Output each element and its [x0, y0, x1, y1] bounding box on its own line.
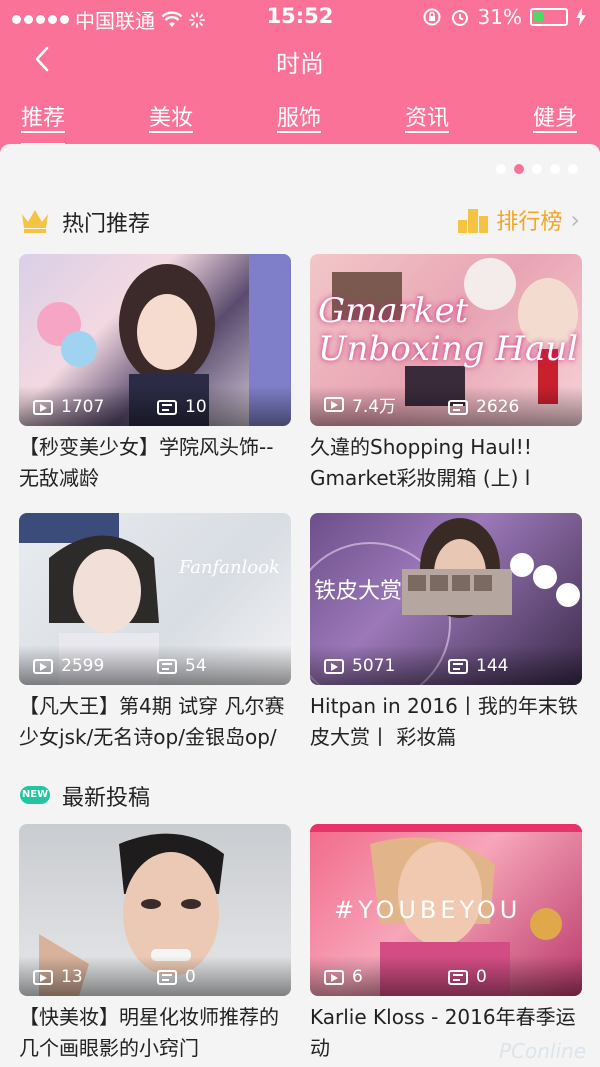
danmaku-count-value: 10: [185, 397, 207, 417]
danmaku-count: 0: [157, 967, 196, 987]
video-stats: 7.4万 2626: [310, 386, 582, 426]
play-count-value: 7.4万: [352, 397, 397, 417]
video-stats: 1707 10: [19, 386, 291, 426]
latest-section-title: 最新投稿: [62, 786, 151, 811]
charging-icon: [576, 8, 586, 26]
pager-dot[interactable]: [532, 164, 542, 174]
danmaku-count-value: 144: [476, 656, 509, 676]
alarm-icon: [451, 10, 468, 26]
crown-icon: [22, 210, 48, 233]
danmaku-icon: [448, 969, 468, 985]
danmaku-icon: [157, 969, 177, 985]
site-watermark: PConline: [498, 1039, 586, 1063]
ranking-link[interactable]: 排行榜 ›: [458, 204, 580, 236]
video-stats: 13 0: [19, 956, 291, 996]
video-title: Hitpan in 2016丨我的年末铁皮大赏丨 彩妆篇: [310, 694, 578, 749]
video-thumbnail: 1707 10: [19, 254, 291, 426]
content-area: 热门推荐 排行榜 › 1707 10 【秒变美少女】学院风头饰--无敌减龄 Gm…: [0, 144, 600, 1067]
ranking-label: 排行榜: [496, 210, 563, 235]
danmaku-count-value: 0: [185, 967, 196, 987]
tab-news[interactable]: 资讯: [405, 100, 449, 132]
danmaku-icon: [157, 399, 177, 415]
pager-dot-active[interactable]: [514, 164, 524, 174]
play-count-value: 13: [61, 967, 83, 987]
play-icon: [324, 397, 344, 412]
play-icon: [33, 969, 53, 985]
video-stats: 2599 54: [19, 645, 291, 685]
tab-makeup[interactable]: 美妆: [149, 100, 193, 132]
danmaku-count: 10: [157, 397, 207, 417]
play-count: 13: [33, 967, 83, 987]
rotation-lock-icon: [423, 8, 441, 26]
new-badge: NEW: [20, 786, 50, 804]
play-count: 7.4万: [324, 392, 396, 417]
danmaku-count: 54: [157, 656, 207, 676]
latest-section-header: NEW 最新投稿: [20, 776, 580, 812]
thumbnail-overlay-text: #YOUBEYOU: [334, 896, 522, 924]
banner-pager: [496, 164, 578, 174]
video-card[interactable]: 铁皮大赏 5071 144 Hitpan in 2016丨我的年末铁皮大赏丨 彩…: [310, 513, 582, 753]
tab-apparel[interactable]: 服饰: [277, 100, 321, 132]
video-thumbnail: Fanfanlook 2599 54: [19, 513, 291, 685]
video-title: 久違的Shopping Haul!! Gmarket彩妝開箱 (上) l: [310, 435, 532, 490]
danmaku-icon: [448, 658, 468, 674]
play-count: 6: [324, 967, 363, 987]
pager-dot[interactable]: [568, 164, 578, 174]
pager-dot[interactable]: [550, 164, 560, 174]
hot-section-title: 热门推荐: [62, 212, 151, 237]
play-count: 1707: [33, 397, 104, 417]
danmaku-count: 144: [448, 656, 508, 676]
video-title: 【凡大王】第4期 试穿 凡尔赛少女jsk/无名诗op/金银岛op/: [19, 694, 285, 749]
video-thumbnail: 铁皮大赏 5071 144: [310, 513, 582, 685]
hot-section-header: 热门推荐 排行榜 ›: [20, 202, 580, 238]
play-icon: [324, 969, 344, 985]
play-count-value: 2599: [61, 656, 105, 676]
danmaku-count-value: 54: [185, 656, 207, 676]
danmaku-icon: [157, 658, 177, 674]
status-right: 31%: [422, 5, 586, 29]
tab-fitness[interactable]: 健身: [533, 100, 577, 132]
video-card[interactable]: Gmarket Unboxing Haul 7.4万 2626 久違的Shopp…: [310, 254, 582, 494]
page-title: 时尚: [276, 50, 324, 78]
play-count: 5071: [324, 656, 395, 676]
battery-level: [534, 12, 543, 22]
play-count-value: 1707: [61, 397, 105, 417]
play-icon: [324, 658, 344, 674]
video-thumbnail: #YOUBEYOU 6 0: [310, 824, 582, 996]
video-card[interactable]: Fanfanlook 2599 54 【凡大王】第4期 试穿 凡尔赛少女jsk/…: [19, 513, 291, 753]
video-thumbnail: 13 0: [19, 824, 291, 996]
play-count: 2599: [33, 656, 104, 676]
danmaku-count: 0: [448, 967, 487, 987]
video-title: 【快美妆】明星化妆师推荐的几个画眼影的小窍门: [19, 1005, 279, 1060]
tab-recommend[interactable]: 推荐: [21, 100, 66, 146]
play-icon: [33, 658, 53, 674]
danmaku-count-value: 0: [476, 967, 487, 987]
status-bar: 中国联通 15:52 31%: [0, 0, 600, 34]
nav-bar: 时尚: [0, 36, 600, 86]
video-title: 【秒变美少女】学院风头饰--无敌减龄: [19, 435, 274, 490]
video-card[interactable]: 1707 10 【秒变美少女】学院风头饰--无敌减龄: [19, 254, 291, 494]
play-count-value: 6: [352, 967, 363, 987]
video-card[interactable]: #YOUBEYOU 6 0 Karlie Kloss - 2016年春季运动: [310, 824, 582, 1064]
video-card[interactable]: 13 0 【快美妆】明星化妆师推荐的几个画眼影的小窍门: [19, 824, 291, 1064]
battery-icon: [530, 8, 568, 26]
danmaku-count: 2626: [448, 397, 519, 417]
thumbnail-overlay-text: 铁皮大赏: [314, 579, 403, 604]
video-stats: 6 0: [310, 956, 582, 996]
video-thumbnail: Gmarket Unboxing Haul 7.4万 2626: [310, 254, 582, 426]
chevron-right-icon: ›: [570, 206, 580, 234]
video-stats: 5071 144: [310, 645, 582, 685]
podium-icon: [458, 207, 489, 233]
thumbnail-overlay-text: Gmarket Unboxing Haul: [318, 291, 578, 369]
play-count-value: 5071: [352, 656, 396, 676]
category-tabs: 推荐 美妆 服饰 资讯 健身: [0, 96, 600, 146]
danmaku-icon: [448, 399, 468, 415]
thumbnail-overlay-text: Fanfanlook: [179, 557, 280, 578]
danmaku-count-value: 2626: [476, 397, 520, 417]
pager-dot[interactable]: [496, 164, 506, 174]
battery-percent: 31%: [477, 5, 522, 29]
play-icon: [33, 399, 53, 415]
